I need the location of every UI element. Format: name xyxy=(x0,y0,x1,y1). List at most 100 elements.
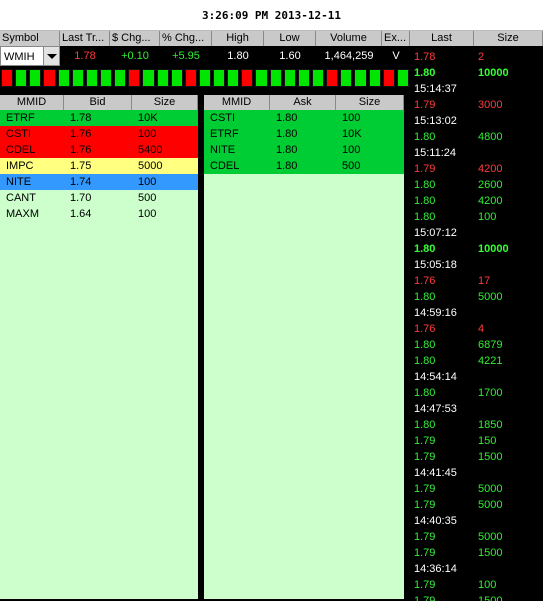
bid-row[interactable]: CSTI 1.76 100 xyxy=(0,126,198,142)
ask-col-size[interactable]: Size xyxy=(336,95,404,110)
tape-size: 1700 xyxy=(478,387,503,399)
tape-col-size[interactable]: Size xyxy=(474,31,543,46)
bid-size: 500 xyxy=(138,192,157,204)
symbol-input[interactable]: WMIH xyxy=(0,46,60,66)
tape-trade: 1.78 2 xyxy=(414,49,484,65)
ask-mmid: ETRF xyxy=(210,128,239,140)
tape-trade: 1.80 1850 xyxy=(414,417,502,433)
col-last-trade[interactable]: Last Tr... xyxy=(60,31,110,46)
col-dollar-change[interactable]: $ Chg... xyxy=(110,31,160,46)
tape-size: 5000 xyxy=(478,531,503,543)
tape-size: 5000 xyxy=(478,291,503,303)
ticker-block xyxy=(15,69,28,87)
col-volume[interactable]: Volume xyxy=(316,31,382,46)
bid-row[interactable]: ETRF 1.78 10K xyxy=(0,110,198,126)
tape-time: 15:11:24 xyxy=(414,147,457,159)
ticker-block xyxy=(269,69,282,87)
tape-price: 1.80 xyxy=(414,243,436,255)
col-pct-change[interactable]: % Chg... xyxy=(160,31,212,46)
tape-price: 1.79 xyxy=(414,531,436,543)
bid-price: 1.78 xyxy=(70,112,92,124)
tape-timestamp: 15:11:24 xyxy=(414,145,478,161)
tape-trade: 1.80 1700 xyxy=(414,385,502,401)
tape-trade: 1.80 4200 xyxy=(414,193,502,209)
ticker-block xyxy=(114,69,127,87)
ticker-block xyxy=(213,69,226,87)
ask-size: 100 xyxy=(342,144,361,156)
col-symbol[interactable]: Symbol xyxy=(0,31,60,46)
time-and-sales: Last Size 1.78 2 1.80 10000 15:14:37 1.79 3000… xyxy=(410,31,543,601)
tape-timestamp: 15:07:12 xyxy=(414,225,478,241)
tape-trade: 1.80 6879 xyxy=(414,337,502,353)
col-high[interactable]: High xyxy=(212,31,264,46)
tape-size: 1850 xyxy=(478,419,503,431)
tape-price: 1.79 xyxy=(414,483,436,495)
ask-mmid: CSTI xyxy=(210,112,236,124)
tape-timestamp: 14:41:45 xyxy=(414,465,478,481)
ask-mmid: NITE xyxy=(210,144,236,156)
bid-size: 5000 xyxy=(138,160,163,172)
pct-change-value: +5.95 xyxy=(172,50,200,62)
tape-timestamp: 14:59:16 xyxy=(414,305,478,321)
tape-time: 14:41:45 xyxy=(414,467,457,479)
title-bar: 3:26:09 PM 2013-12-11 xyxy=(0,0,543,31)
tape-size: 10000 xyxy=(478,67,509,79)
bid-mmid: IMPC xyxy=(6,160,34,172)
tape-price: 1.79 xyxy=(414,595,436,601)
ask-row[interactable]: NITE 1.80 100 xyxy=(204,142,404,158)
ask-row[interactable]: ETRF 1.80 10K xyxy=(204,126,404,142)
ask-row[interactable]: CSTI 1.80 100 xyxy=(204,110,404,126)
ticker-block xyxy=(184,69,197,87)
tape-price: 1.80 xyxy=(414,355,436,367)
bid-header: MMID Bid Size xyxy=(0,95,198,110)
tape-price: 1.80 xyxy=(414,211,436,223)
tape-trade: 1.80 4221 xyxy=(414,353,502,369)
clock-title: 3:26:09 PM 2013-12-11 xyxy=(201,9,342,22)
bid-size: 10K xyxy=(138,112,158,124)
chevron-down-icon[interactable] xyxy=(43,47,59,65)
bid-row[interactable]: IMPC 1.75 5000 xyxy=(0,158,198,174)
bid-mmid: CSTI xyxy=(6,128,32,140)
tape-size: 100 xyxy=(478,579,497,591)
tape-time: 14:54:14 xyxy=(414,371,457,383)
bid-col-mmid[interactable]: MMID xyxy=(0,95,64,110)
ask-row[interactable]: CDEL 1.80 500 xyxy=(204,158,404,174)
bid-mmid: MAXM xyxy=(6,208,39,220)
tape-size: 5000 xyxy=(478,499,503,511)
ticker-block xyxy=(128,69,141,87)
ticker-block xyxy=(99,69,113,87)
tape-timestamp: 15:14:37 xyxy=(414,81,478,97)
tape-trade: 1.76 4 xyxy=(414,321,484,337)
tape-trade: 1.80 5000 xyxy=(414,289,502,305)
low-value: 1.60 xyxy=(279,50,301,62)
col-low[interactable]: Low xyxy=(264,31,316,46)
col-exchange[interactable]: Ex... xyxy=(382,31,410,46)
ticker-block xyxy=(354,69,367,87)
tape-timestamp: 14:40:35 xyxy=(414,513,478,529)
bid-price: 1.74 xyxy=(70,176,92,188)
ask-col-ask[interactable]: Ask xyxy=(270,95,336,110)
bid-row[interactable]: MAXM 1.64 100 xyxy=(0,206,198,222)
tape-time: 14:59:16 xyxy=(414,307,457,319)
tape-col-last[interactable]: Last xyxy=(410,31,474,46)
bid-row[interactable]: CDEL 1.76 5400 xyxy=(0,142,198,158)
ask-col-mmid[interactable]: MMID xyxy=(204,95,270,110)
tape-size: 2 xyxy=(478,51,485,63)
bid-price: 1.75 xyxy=(70,160,92,172)
bid-row[interactable]: NITE 1.74 100 xyxy=(0,174,198,190)
ticker-block xyxy=(57,69,70,87)
tape-trade: 1.79 1500 xyxy=(414,545,502,561)
ask-book: MMID Ask Size CSTI 1.80 100 ETRF 1.80 10K NITE… xyxy=(204,95,404,599)
bid-col-bid[interactable]: Bid xyxy=(64,95,132,110)
tape-price: 1.76 xyxy=(414,323,436,335)
high-value: 1.80 xyxy=(227,50,249,62)
tape-price: 1.79 xyxy=(414,579,436,591)
tape-size: 1500 xyxy=(478,547,503,559)
ticker-block xyxy=(382,69,395,87)
bid-col-size[interactable]: Size xyxy=(132,95,198,110)
tape-trade: 1.79 1500 xyxy=(414,449,502,465)
tape-timestamp: 14:36:14 xyxy=(414,561,478,577)
tape-size: 3000 xyxy=(478,99,503,111)
ask-price: 1.80 xyxy=(276,128,298,140)
bid-row[interactable]: CANT 1.70 500 xyxy=(0,190,198,206)
